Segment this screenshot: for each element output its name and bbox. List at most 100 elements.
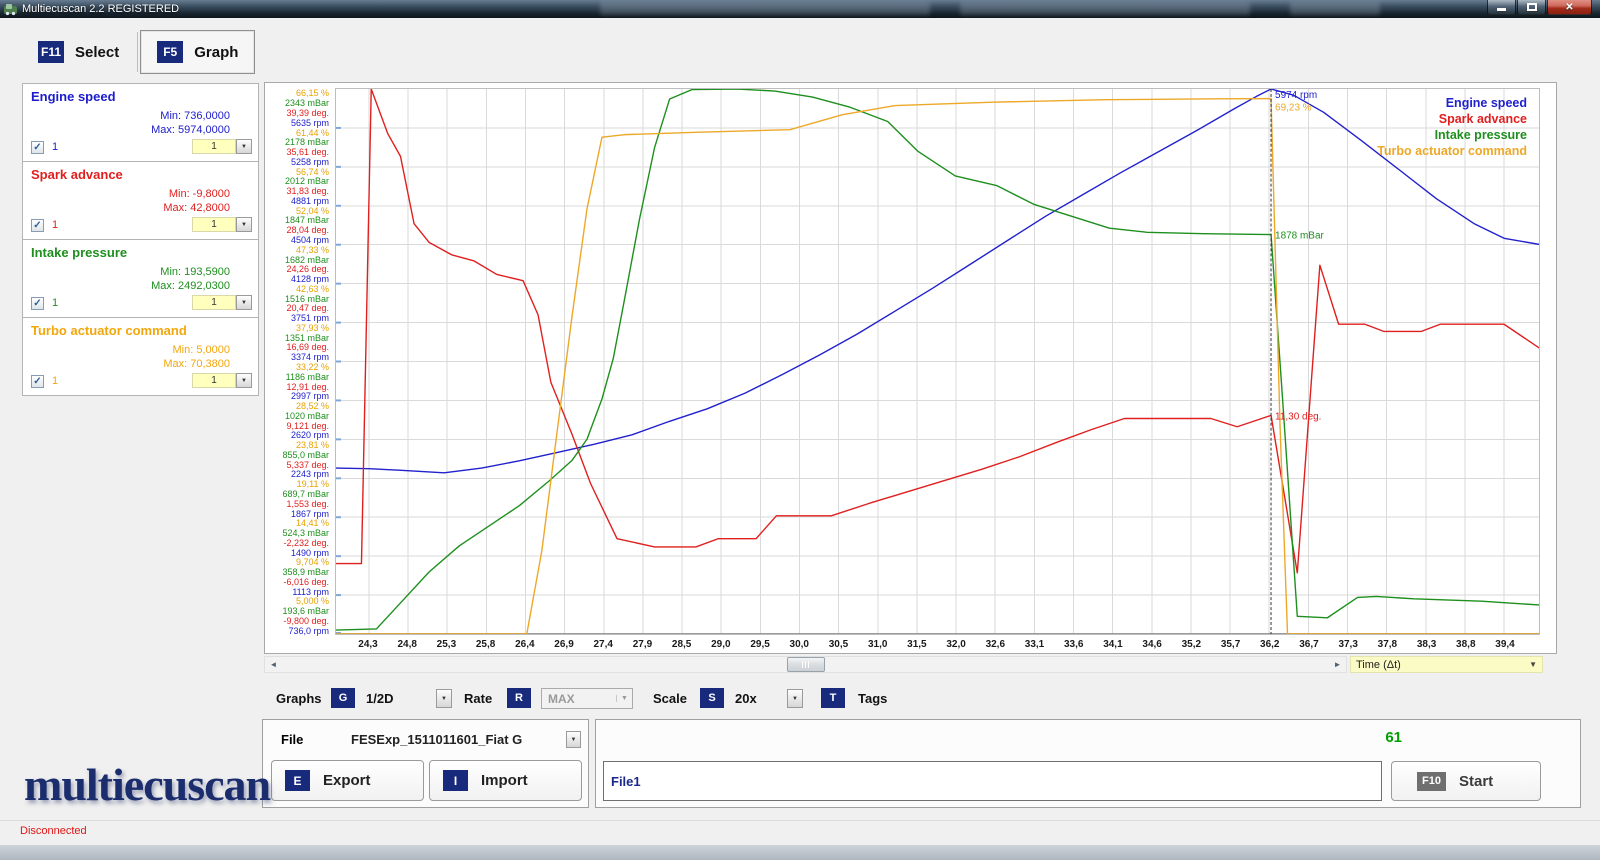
- y-tick-label: 2620 rpm: [265, 430, 329, 440]
- y-tick-label: 5,000 %: [265, 596, 329, 606]
- legend: Engine speedSpark advanceIntake pressure…: [1377, 95, 1527, 159]
- signal-scale-dropdown[interactable]: ▼: [236, 373, 252, 388]
- scale-combo[interactable]: 20x: [735, 691, 757, 706]
- signal-panel: Turbo actuator command Min: 5,0000 Max: …: [22, 317, 259, 396]
- close-icon: ✕: [1565, 2, 1573, 13]
- f11-key-badge: F11: [38, 41, 64, 63]
- app-logo: multiecuscan: [24, 758, 270, 811]
- background-window-ghost: [1290, 2, 1380, 15]
- tags-button[interactable]: Tags: [858, 691, 887, 706]
- x-tick-label: 33,1: [1015, 639, 1055, 650]
- y-tick-label: 47,33 %: [265, 245, 329, 255]
- tags-key-badge: T: [821, 688, 845, 708]
- start-button[interactable]: F10 Start: [1391, 761, 1541, 801]
- x-tick-label: 37,8: [1367, 639, 1407, 650]
- y-tick-label: 24,26 deg.: [265, 264, 329, 274]
- svg-text:5974 rpm: 5974 rpm: [1275, 90, 1317, 101]
- scrollbar-thumb[interactable]: [787, 657, 825, 672]
- signal-channel-label: 1: [52, 141, 58, 153]
- signal-panel: Spark advance Min: -9,8000 Max: 42,8000 …: [22, 161, 259, 240]
- y-tick-label: 1351 mBar: [265, 333, 329, 343]
- y-tick-label: 5635 rpm: [265, 118, 329, 128]
- signal-scale-value: 1: [192, 295, 236, 310]
- graphs-dropdown-arrow[interactable]: ▼: [436, 689, 452, 708]
- f10-key-badge: F10: [1417, 772, 1446, 791]
- y-tick-label: 9,121 deg.: [265, 421, 329, 431]
- file-dropdown-arrow[interactable]: ▼: [566, 731, 581, 748]
- filename-input[interactable]: File1: [603, 761, 1382, 801]
- window-title: Multiecuscan 2.2 REGISTERED: [22, 3, 179, 15]
- signal-checkbox[interactable]: ✓: [31, 141, 44, 154]
- signal-minmax: Min: 736,0000 Max: 5974,0000: [151, 109, 230, 137]
- minimize-button[interactable]: [1487, 0, 1516, 15]
- signal-scale-dropdown[interactable]: ▼: [236, 295, 252, 310]
- y-tick-label: 4504 rpm: [265, 235, 329, 245]
- signal-scale-value: 1: [192, 373, 236, 388]
- minimize-icon: [1497, 8, 1506, 11]
- signal-title: Intake pressure: [31, 245, 127, 260]
- record-counter: 61: [1385, 729, 1402, 746]
- signal-channel-label: 1: [52, 375, 58, 387]
- signal-checkbox[interactable]: ✓: [31, 375, 44, 388]
- y-tick-label: 23,81 %: [265, 440, 329, 450]
- tab-bar: F11 Select F5 Graph: [22, 30, 255, 74]
- legend-item: Intake pressure: [1377, 127, 1527, 143]
- x-tick-label: 25,3: [426, 639, 466, 650]
- x-tick-label: 27,4: [583, 639, 623, 650]
- rate-combo[interactable]: MAX ▼: [541, 688, 633, 709]
- graphs-label: Graphs: [276, 691, 322, 706]
- signal-scale-value: 1: [192, 217, 236, 232]
- x-tick-label: 31,5: [897, 639, 937, 650]
- signal-panel: Intake pressure Min: 193,5900 Max: 2492,…: [22, 239, 259, 318]
- filename-text: File1: [611, 774, 641, 789]
- y-tick-label: 31,83 deg.: [265, 186, 329, 196]
- y-tick-label: 736,0 rpm: [265, 626, 329, 636]
- scroll-left-arrow[interactable]: ◄: [265, 657, 282, 672]
- y-tick-label: 1113 rpm: [265, 587, 329, 597]
- horizontal-scrollbar[interactable]: ◄ ►: [264, 656, 1347, 673]
- tab-divider: [137, 32, 138, 72]
- x-tick-label: 26,9: [544, 639, 584, 650]
- import-label: Import: [481, 772, 528, 789]
- signal-max-value: Max: 70,3800: [163, 357, 230, 371]
- signal-checkbox[interactable]: ✓: [31, 219, 44, 232]
- x-tick-label: 34,1: [1093, 639, 1133, 650]
- x-tick-label: 37,3: [1328, 639, 1368, 650]
- x-tick-label: 29,5: [740, 639, 780, 650]
- tab-select-label: Select: [75, 44, 119, 61]
- rate-key-badge: R: [507, 688, 531, 708]
- background-window-ghost: [600, 2, 930, 15]
- x-tick-label: 33,6: [1054, 639, 1094, 650]
- file-dropdown[interactable]: FESExp_1511011601_Fiat G: [351, 732, 522, 747]
- y-tick-label: 3751 rpm: [265, 313, 329, 323]
- signal-title: Engine speed: [31, 89, 116, 104]
- scale-dropdown-arrow[interactable]: ▼: [787, 689, 803, 708]
- scroll-right-arrow[interactable]: ►: [1329, 657, 1346, 672]
- x-tick-label: 36,2: [1250, 639, 1290, 650]
- signal-scale-dropdown[interactable]: ▼: [236, 139, 252, 154]
- tab-graph[interactable]: F5 Graph: [140, 30, 255, 74]
- tab-graph-label: Graph: [194, 44, 238, 61]
- status-bar: Disconnected: [0, 820, 1600, 845]
- export-button[interactable]: E Export: [271, 760, 424, 801]
- x-tick-label: 30,0: [779, 639, 819, 650]
- tab-select[interactable]: F11 Select: [22, 30, 135, 74]
- y-tick-label: 56,74 %: [265, 167, 329, 177]
- x-tick-label: 35,7: [1211, 639, 1251, 650]
- rate-value: MAX: [548, 692, 575, 706]
- maximize-button[interactable]: [1517, 0, 1546, 15]
- graphs-mode-combo[interactable]: 1/2D: [366, 691, 393, 706]
- time-axis-dropdown[interactable]: Time (Δt) ▼: [1350, 656, 1543, 673]
- maximize-icon: [1527, 3, 1537, 11]
- signal-checkbox[interactable]: ✓: [31, 297, 44, 310]
- import-button[interactable]: I Import: [429, 760, 582, 801]
- app-window: Multiecuscan 2.2 REGISTERED ✕ F11 Select…: [0, 0, 1600, 845]
- close-button[interactable]: ✕: [1547, 0, 1592, 15]
- plot-area[interactable]: 5974 rpm69,23 %1878 mBar11,30 deg. Engin…: [335, 88, 1540, 635]
- signal-panel: Engine speed Min: 736,0000 Max: 5974,000…: [22, 83, 259, 162]
- y-tick-label: 1,553 deg.: [265, 499, 329, 509]
- import-key-badge: I: [443, 770, 468, 791]
- scrollbar-track[interactable]: [282, 657, 1329, 672]
- y-tick-label: 1020 mBar: [265, 411, 329, 421]
- signal-scale-dropdown[interactable]: ▼: [236, 217, 252, 232]
